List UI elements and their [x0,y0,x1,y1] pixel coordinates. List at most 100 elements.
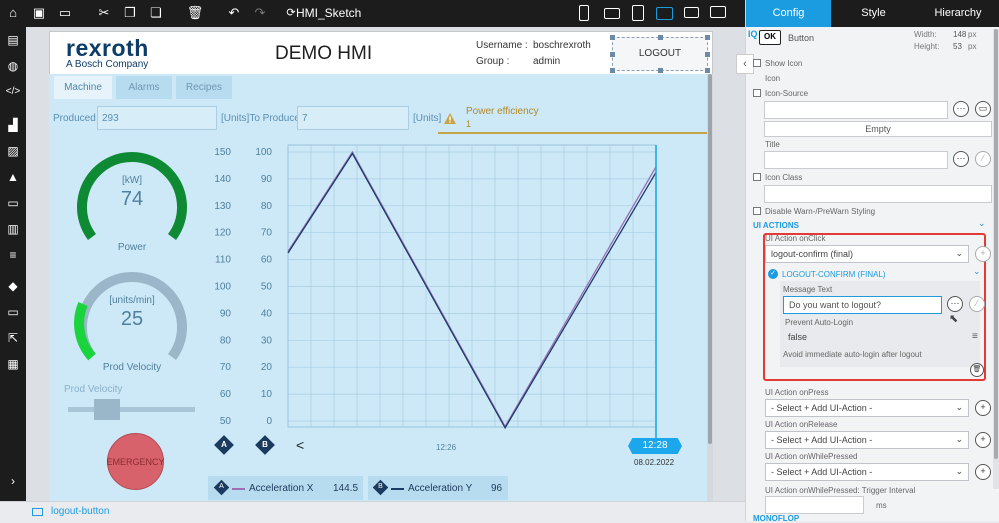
title-more-button[interactable]: ··· [953,151,969,167]
y-tick-label-right: 40 [261,308,273,319]
on-click-select[interactable]: logout-confirm (final) ⌄ [765,245,969,263]
resize-handle[interactable] [610,52,615,57]
device-desktop-icon[interactable] [710,6,726,18]
collapse-panel-button[interactable]: ‹ [736,54,754,74]
resize-handle[interactable] [610,68,615,73]
height-value: 53 [953,42,962,51]
icon-source-more-button[interactable]: ··· [953,101,969,117]
icon-class-input[interactable] [764,185,992,203]
undo-icon[interactable]: ↶ [225,4,243,22]
cursor-time-badge[interactable]: 12:28 [628,438,682,454]
title-edit-button[interactable]: ⁄ [975,151,991,167]
on-release-select[interactable]: - Select + Add UI-Action - ⌄ [765,431,969,449]
expand-chevron-icon[interactable]: › [4,472,22,490]
keyboard-icon[interactable]: ▭ [4,194,22,212]
export-icon[interactable]: ⇱ [4,329,22,347]
tab-recipes[interactable]: Recipes [176,76,232,99]
tab-alarms[interactable]: Alarms [116,76,172,99]
book-icon[interactable]: ▥ [4,220,22,238]
menu-icon[interactable]: ≡ [972,331,978,342]
chart-prev-button[interactable]: < [296,437,304,453]
message-more-button[interactable]: ··· [947,296,963,312]
logout-confirm-collapse-icon[interactable]: ⌄ [973,266,981,277]
code-icon[interactable]: </> [4,83,22,101]
component-name: Button [788,33,815,43]
trash-icon[interactable]: 🗑 [186,4,204,22]
grid-icon[interactable]: ▦ [4,355,22,373]
prevent-autologin-value[interactable]: false [783,329,983,347]
device-phone-icon[interactable] [579,5,589,21]
empty-icon-preview[interactable]: Empty [764,121,992,137]
trigger-interval-label: UI Action onWhilePressed: Trigger Interv… [765,486,916,495]
save-icon[interactable]: ▣ [30,4,48,22]
trigger-interval-input[interactable] [765,496,864,514]
device-tablet-landscape-icon[interactable] [656,7,673,20]
top-toolbar: ⌂ ▣ ▭ ✂ ❐ ❏ 🗑 ↶ ↷ ⟳ HMI_Sketch [0,0,745,27]
tab-hierarchy[interactable]: Hierarchy [916,0,999,27]
logout-button[interactable]: LOGOUT [616,41,704,67]
on-while-pressed-select[interactable]: - Select + Add UI-Action - ⌄ [765,463,969,481]
warning-icon[interactable]: ▲ [4,168,22,186]
velocity-label: Prod Velocity [102,362,162,373]
canvas-scrollbar-thumb[interactable] [708,74,712,444]
tab-config[interactable]: Config [746,0,831,27]
warning-icon [444,113,456,124]
show-icon-checkbox[interactable] [753,59,761,67]
id-card-icon[interactable]: ▤ [4,31,22,49]
alert-value: 1 [466,119,472,129]
selected-element[interactable]: logout-button [51,506,109,517]
cut-icon[interactable]: ✂ [95,4,113,22]
monitor-settings-icon[interactable]: ▭ [4,303,22,321]
ui-actions-collapse-icon[interactable]: ⌄ [978,218,986,229]
resize-handle[interactable] [705,35,710,40]
on-while-pressed-add-button[interactable]: + [975,464,991,480]
legend-value-b: 96 [491,483,503,494]
message-edit-button[interactable]: ⁄ [969,296,985,312]
velocity-slider-track[interactable] [68,407,195,412]
panel-scrollbar-thumb[interactable] [994,29,998,459]
chart-x-label: 12:26 [436,443,457,452]
title-input[interactable] [764,151,948,169]
tab-machine[interactable]: Machine [54,76,112,99]
resize-handle[interactable] [705,52,710,57]
delete-action-icon[interactable]: 🗑 [970,363,984,377]
copy-icon[interactable]: ❐ [121,4,139,22]
icon-source-checkbox[interactable] [753,89,761,97]
paste-icon[interactable]: ❏ [147,4,165,22]
preview-icon[interactable]: ▭ [56,4,74,22]
alert-title: Power efficiency [466,106,539,117]
check-circle-icon: ✓ [768,269,778,279]
redo-icon[interactable]: ↷ [251,4,269,22]
group-label: Group : [476,56,510,67]
icon-source-input[interactable] [764,101,948,119]
legend-marker-b-label: B [378,483,383,490]
emergency-label: EMERGENCY [106,457,165,467]
resize-handle[interactable] [658,68,663,73]
disable-warn-checkbox[interactable] [753,207,761,215]
y-tick-label-left: 130 [214,201,231,212]
on-press-add-button[interactable]: + [975,400,991,416]
cube-icon[interactable]: ◆ [4,277,22,295]
icon-source-preview-button[interactable]: ▭ [975,101,991,117]
chart-icon[interactable]: ▨ [4,142,22,160]
device-phone-landscape-icon[interactable] [604,8,620,19]
chevron-down-icon: ⌄ [955,248,963,258]
velocity-unit: [units/min] [109,295,155,306]
tab-style[interactable]: Style [831,0,916,27]
home-icon[interactable]: ⌂ [4,4,22,22]
layers-icon[interactable]: ≡ [4,246,22,264]
device-laptop-icon[interactable] [684,7,699,18]
on-release-add-button[interactable]: + [975,432,991,448]
resize-handle[interactable] [705,68,710,73]
to-produce-field[interactable]: 7 [297,106,409,130]
on-press-select[interactable]: - Select + Add UI-Action - ⌄ [765,399,969,417]
message-text-input[interactable]: Do you want to logout? [783,296,942,314]
resize-handle[interactable] [610,35,615,40]
widgets-icon[interactable]: ▟ [4,116,22,134]
globe-icon[interactable]: ◍ [4,57,22,75]
icon-class-checkbox[interactable] [753,173,761,181]
resize-handle[interactable] [658,35,663,40]
device-tablet-icon[interactable] [632,5,644,21]
velocity-slider-thumb[interactable] [94,399,120,420]
on-click-add-button[interactable]: + [975,246,991,262]
